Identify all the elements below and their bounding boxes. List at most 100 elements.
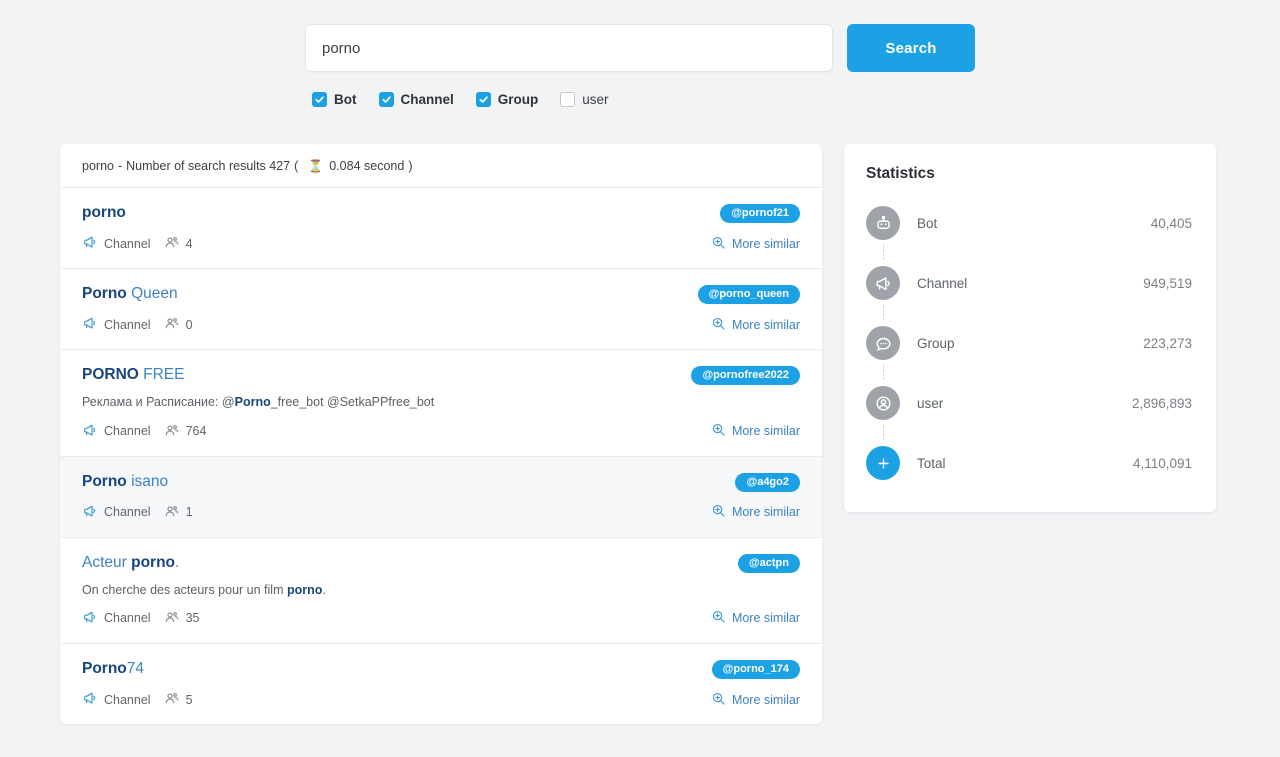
result-row-bottom: Channel 0 More similar [82, 315, 800, 334]
result-members-count: 764 [185, 424, 207, 439]
more-similar-link[interactable]: More similar [711, 316, 800, 334]
checkbox-user[interactable] [560, 92, 576, 107]
search-results-card: porno - Number of search results 427 ( ⏳… [60, 144, 822, 725]
statistics-label: user [917, 395, 944, 411]
more-similar-label: More similar [731, 505, 800, 520]
result-row[interactable]: PORNO FREE @pornofree2022 Реклама и Расп… [60, 350, 822, 457]
result-meta: Channel 764 [82, 422, 206, 441]
filter-bot[interactable]: Bot [312, 92, 357, 107]
zoom-in-icon [711, 422, 726, 440]
result-title[interactable]: Porno isano [82, 473, 168, 492]
statistics-row: Channel 949,519 [866, 245, 1192, 306]
results-query: porno [82, 159, 114, 173]
description-match: porno [286, 582, 323, 597]
statistics-row: Bot 40,405 [866, 200, 1192, 246]
statistics-value: 223,273 [1143, 335, 1192, 351]
username-badge[interactable]: @actpn [737, 553, 800, 573]
results-count-text: Number of search results 427 [126, 159, 291, 173]
result-row[interactable]: Acteur porno. @actpn On cherche des acte… [60, 538, 822, 644]
title-rest: 74 [126, 659, 145, 677]
result-row[interactable]: porno @pornof21 Channel 4 More similar [60, 188, 822, 270]
result-title[interactable]: PORNO FREE [82, 366, 185, 385]
result-row[interactable]: Porno74 @porno_174 Channel 5 More simila… [60, 644, 822, 724]
result-type-label: Channel [104, 424, 151, 439]
result-row-bottom: Channel 764 More similar [82, 422, 800, 441]
more-similar-label: More similar [731, 317, 800, 332]
result-type: Channel [82, 609, 151, 628]
result-members-count: 0 [185, 317, 193, 332]
zoom-in-icon [711, 235, 726, 253]
filter-group[interactable]: Group [475, 92, 539, 107]
result-row-bottom: Channel 4 More similar [82, 234, 800, 253]
filter-label: Channel [400, 92, 454, 107]
result-members-count: 4 [185, 236, 193, 251]
filter-channel[interactable]: Channel [378, 92, 454, 107]
content-area: porno - Number of search results 427 ( ⏳… [0, 144, 1280, 725]
result-row-top: porno @pornof21 [82, 204, 800, 224]
robot-icon [866, 206, 900, 240]
result-title[interactable]: porno [82, 204, 126, 223]
filter-checkbox-group: Bot Channel Group user [0, 92, 1280, 107]
checkbox-bot[interactable] [312, 92, 327, 107]
user-icon [866, 386, 900, 420]
more-similar-link[interactable]: More similar [711, 503, 800, 521]
username-badge[interactable]: @porno_174 [711, 659, 800, 680]
more-similar-link[interactable]: More similar [711, 691, 800, 709]
result-meta: Channel 4 [82, 234, 193, 253]
megaphone-icon [82, 690, 98, 709]
result-type-label: Channel [104, 505, 151, 520]
more-similar-link[interactable]: More similar [711, 422, 800, 440]
result-row-top: Porno isano @a4go2 [82, 472, 800, 492]
hourglass-icon: ⏳ [308, 159, 324, 173]
statistics-value: 949,519 [1143, 275, 1192, 291]
search-button[interactable]: Search [847, 24, 975, 72]
result-type: Channel [82, 422, 151, 441]
result-description: On cherche des acteurs pour un film porn… [82, 582, 800, 598]
statistics-label: Bot [917, 215, 938, 231]
result-title[interactable]: Acteur porno. [82, 554, 179, 573]
statistics-row: Group 223,273 [866, 305, 1192, 366]
results-separator: - [117, 159, 123, 173]
result-row-top: Acteur porno. @actpn [82, 553, 800, 573]
members-icon [164, 690, 180, 709]
title-match: porno [131, 553, 176, 571]
result-members: 4 [164, 234, 193, 253]
result-title[interactable]: Porno Queen [82, 285, 178, 304]
search-input[interactable] [305, 24, 833, 72]
title-rest: isano [126, 472, 169, 490]
username-badge[interactable]: @pornofree2022 [691, 366, 800, 386]
filter-label: Group [497, 92, 539, 107]
close-paren: ) [408, 159, 413, 173]
result-type: Channel [82, 503, 151, 522]
statistics-card: Statistics Bot 40,405 Channel 949,519 Gr… [844, 144, 1216, 512]
result-members: 764 [164, 422, 207, 441]
result-row[interactable]: Porno Queen @porno_queen Channel 0 More … [60, 269, 822, 351]
username-badge[interactable]: @a4go2 [735, 472, 800, 492]
result-title[interactable]: Porno74 [82, 660, 144, 679]
result-type: Channel [82, 315, 151, 334]
description-post: . [322, 582, 326, 597]
zoom-in-icon [711, 691, 726, 709]
megaphone-icon [82, 315, 98, 334]
result-row[interactable]: Porno isano @a4go2 Channel 1 More simila… [60, 456, 822, 538]
more-similar-link[interactable]: More similar [711, 235, 800, 253]
result-type-label: Channel [104, 611, 151, 626]
checkbox-channel[interactable] [378, 92, 394, 107]
filter-user[interactable]: user [560, 92, 609, 107]
result-members-count: 5 [185, 692, 193, 707]
filter-label: user [582, 92, 609, 107]
statistics-row: user 2,896,893 [866, 365, 1192, 426]
zoom-in-icon [711, 609, 726, 627]
more-similar-link[interactable]: More similar [711, 609, 800, 627]
checkbox-group[interactable] [475, 92, 491, 107]
description-pre: Реклама и Расписание: @ [82, 395, 235, 410]
description-pre: On cherche des acteurs pour un film [82, 582, 287, 597]
members-icon [164, 503, 180, 522]
username-badge[interactable]: @pornof21 [720, 204, 800, 224]
result-meta: Channel 1 [82, 503, 193, 522]
username-badge[interactable]: @porno_queen [697, 285, 800, 305]
megaphone-icon [82, 234, 98, 253]
title-prefix: Acteur [82, 553, 132, 571]
result-row-bottom: Channel 1 More similar [82, 503, 800, 522]
result-members-count: 1 [185, 505, 193, 520]
